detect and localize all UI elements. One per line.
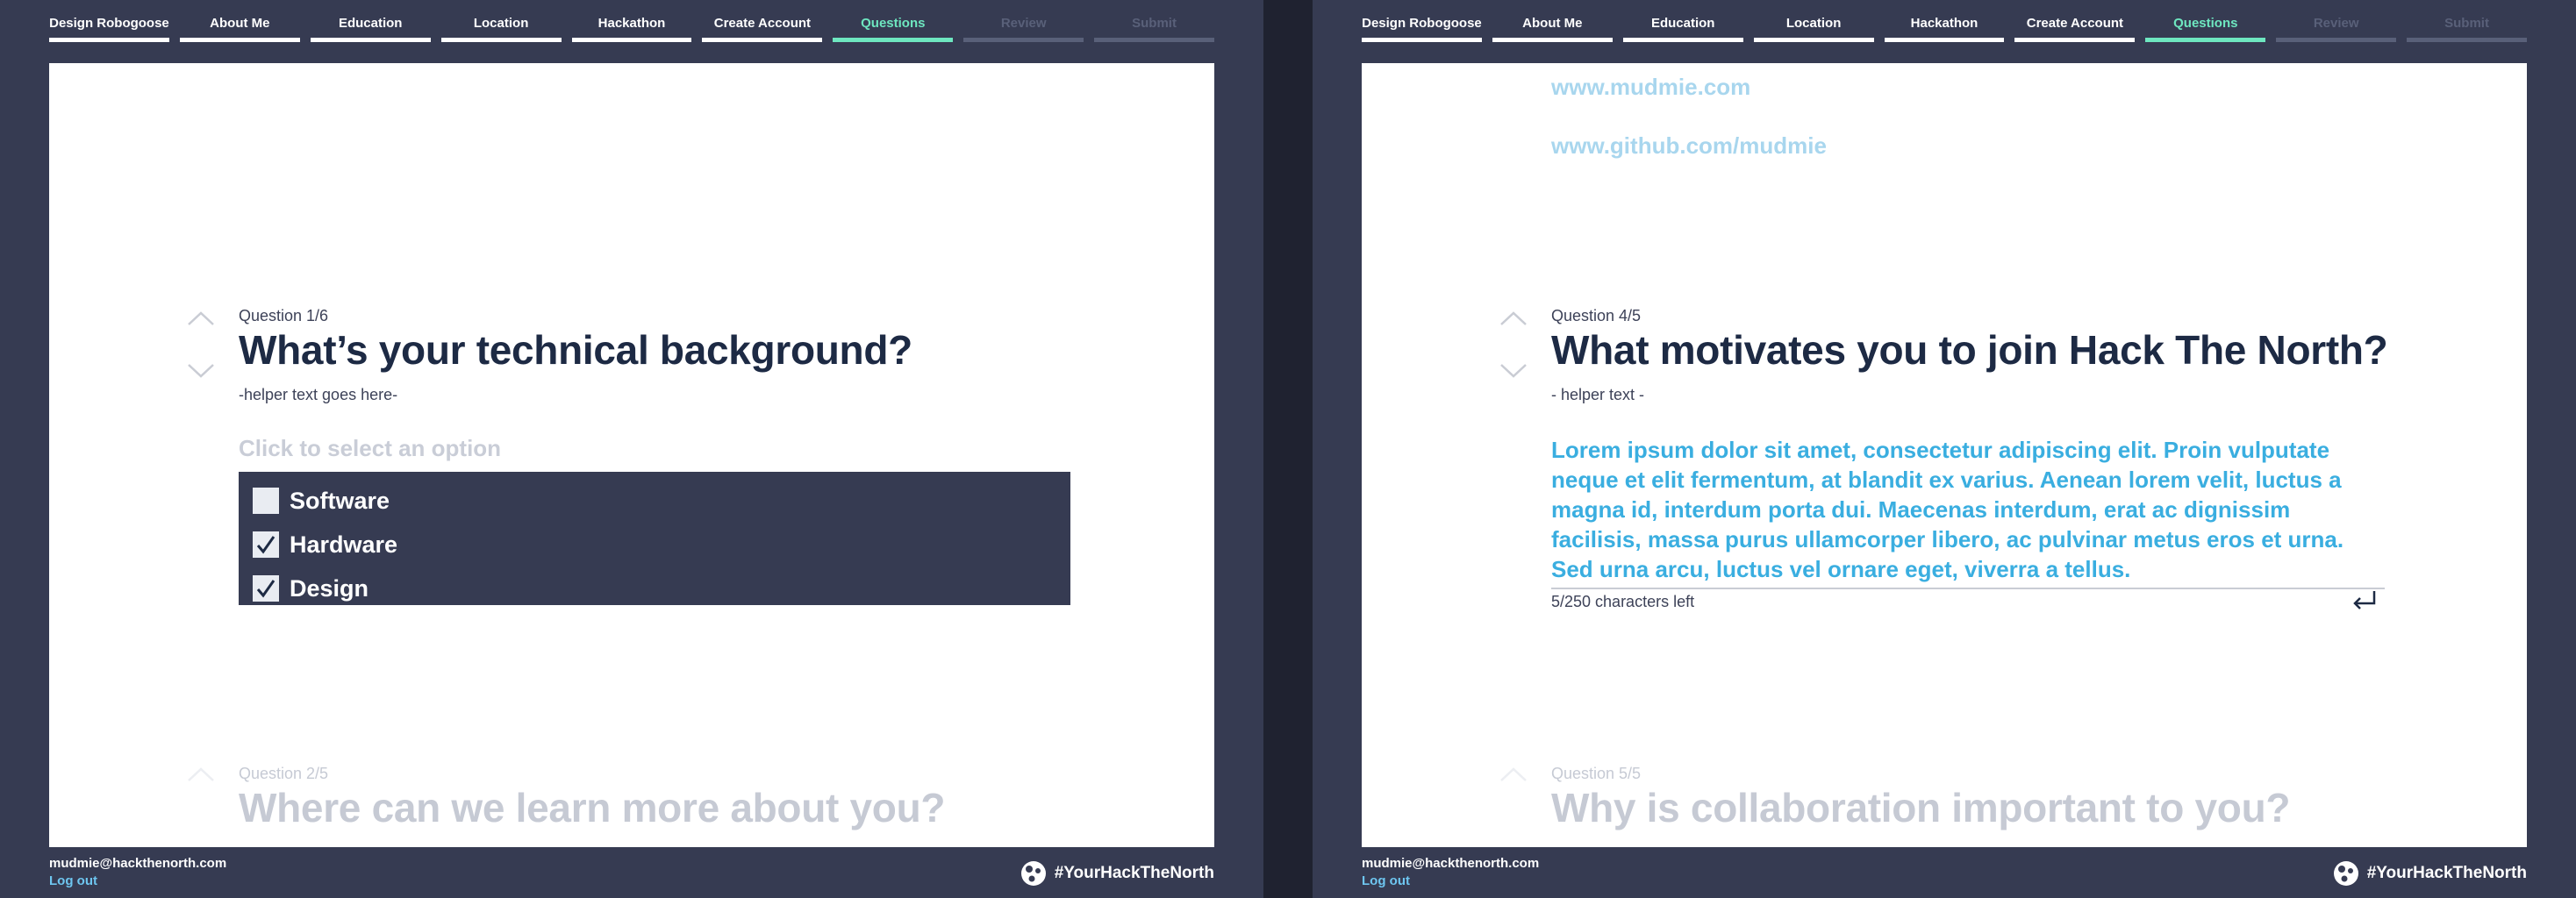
nav-submit: Submit (2407, 16, 2528, 42)
user-email: mudmie@hackthenorth.com (49, 856, 227, 871)
option-hardware[interactable]: Hardware (253, 523, 1056, 567)
chevron-down-icon[interactable] (1499, 361, 1528, 381)
hashtag-text: #YourHackTheNorth (1054, 864, 1214, 882)
answer-textarea[interactable]: Lorem ipsum dolor sit amet, consectetur … (1551, 435, 2385, 589)
hack-the-north-logo-icon (2333, 861, 2358, 886)
logout-link[interactable]: Log out (1362, 873, 1410, 888)
nav-about-me[interactable]: About Me (1492, 16, 1613, 42)
hashtag-text: #YourHackTheNorth (2366, 864, 2527, 882)
chevron-down-icon[interactable] (186, 361, 216, 381)
nav-review: Review (2276, 16, 2397, 42)
chevron-up-icon[interactable] (1499, 309, 1528, 328)
nav-design-robogoose[interactable]: Design Robogoose (1362, 16, 1482, 42)
hack-the-north-logo-icon (1020, 861, 1046, 886)
options-dropdown: Software Hardware Design (239, 472, 1070, 605)
option-label: Software (290, 487, 390, 514)
logout-link[interactable]: Log out (49, 873, 97, 888)
question-number: Question 1/6 (239, 307, 329, 324)
brand-hashtag: #YourHackTheNorth (2332, 859, 2527, 887)
nav-create-account[interactable]: Create Account (2014, 16, 2136, 42)
progress-nav: Design Robogoose About Me Education Loca… (49, 16, 1215, 42)
chevron-up-icon[interactable] (186, 309, 216, 328)
previous-answer-website[interactable]: www.mudmie.com (1551, 74, 1750, 101)
nav-location[interactable]: Location (440, 16, 562, 42)
nav-education[interactable]: Education (1622, 16, 1743, 42)
previous-answer-github[interactable]: www.github.com/mudmie (1551, 132, 1827, 160)
option-label: Design (290, 574, 369, 602)
nav-design-robogoose[interactable]: Design Robogoose (49, 16, 169, 42)
option-software[interactable]: Software (253, 479, 1056, 523)
chevron-up-icon (1499, 765, 1528, 784)
question-title: What’s your technical background? (239, 327, 912, 373)
screen-questions-text: Design Robogoose About Me Education Loca… (1313, 0, 2576, 898)
nav-questions[interactable]: Questions (833, 16, 954, 42)
question-helper-text: - helper text - (1551, 386, 1645, 403)
nav-hackathon[interactable]: Hackathon (571, 16, 692, 42)
checkbox-unchecked-icon[interactable] (253, 488, 279, 514)
nav-create-account[interactable]: Create Account (702, 16, 823, 42)
next-question-title[interactable]: Why is collaboration important to you? (1551, 784, 2290, 831)
nav-education[interactable]: Education (310, 16, 431, 42)
option-label: Hardware (290, 531, 398, 558)
question-number: Question 4/5 (1551, 307, 1642, 324)
screen-questions-select: Design Robogoose About Me Education Loca… (0, 0, 1263, 898)
chevron-up-icon (186, 765, 216, 784)
question-card: Question 1/6 What’s your technical backg… (49, 63, 1214, 847)
checkbox-checked-icon[interactable] (253, 575, 279, 602)
nav-questions[interactable]: Questions (2145, 16, 2266, 42)
nav-hackathon[interactable]: Hackathon (1884, 16, 2005, 42)
next-question-number: Question 5/5 (1551, 765, 1642, 782)
question-title: What motivates you to join Hack The Nort… (1551, 327, 2388, 373)
question-card: www.mudmie.com www.github.com/mudmie Que… (1362, 63, 2527, 847)
nav-location[interactable]: Location (1753, 16, 1874, 42)
brand-hashtag: #YourHackTheNorth (1020, 859, 1214, 887)
enter-key-icon[interactable] (2351, 589, 2378, 610)
nav-review: Review (963, 16, 1084, 42)
next-question-title[interactable]: Where can we learn more about you? (239, 784, 946, 831)
next-question-number: Question 2/5 (239, 765, 329, 782)
checkbox-checked-icon[interactable] (253, 531, 279, 558)
character-count: 5/250 characters left (1551, 593, 1695, 610)
select-placeholder[interactable]: Click to select an option (239, 435, 501, 462)
user-email: mudmie@hackthenorth.com (1362, 856, 1540, 871)
option-design[interactable]: Design (253, 567, 1056, 610)
progress-nav: Design Robogoose About Me Education Loca… (1362, 16, 2528, 42)
nav-about-me[interactable]: About Me (179, 16, 300, 42)
nav-submit: Submit (1094, 16, 1215, 42)
question-helper-text: -helper text goes here- (239, 386, 398, 403)
